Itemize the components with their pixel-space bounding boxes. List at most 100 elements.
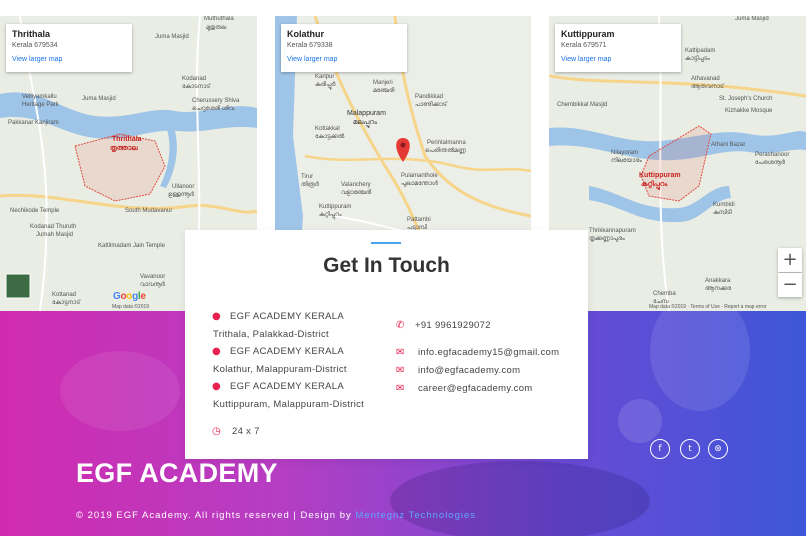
- map-label: Nilayoram: [611, 150, 639, 156]
- map-label: Chembikkal Masjid: [557, 102, 608, 108]
- map-label: Velliyamkallu: [22, 94, 57, 100]
- map-label: Kottanad: [52, 292, 77, 298]
- map-label: Heritage Park: [22, 102, 59, 108]
- map-label: Athani Bazar: [711, 142, 746, 148]
- title-accent-line: [371, 242, 401, 244]
- map-label: Juma Masjid: [82, 96, 116, 102]
- map-label: Tirur: [301, 174, 314, 180]
- map-label: Valanchery: [341, 182, 371, 188]
- hours-text: 24 x 7: [232, 426, 260, 437]
- map-label: Pattambi: [407, 217, 431, 223]
- map-label: Thrikkannapuram: [589, 228, 636, 234]
- map-city-label: Thrithala: [112, 136, 142, 143]
- map-label: കുമ്പിടി: [713, 210, 732, 216]
- location-address: Trithala, Palakkad-District: [213, 329, 329, 340]
- map-label: Juma Masjid: [155, 34, 189, 40]
- map-pin-icon: ●: [212, 346, 221, 357]
- map-label: ചെറുശേരി ശിവ: [192, 106, 235, 112]
- map-label: Kattipadam: [685, 48, 716, 54]
- location-name: EGF ACADEMY KERALA: [230, 346, 344, 357]
- map-label: നിലയോരം: [611, 158, 642, 164]
- map-label: Perintalmanna: [427, 140, 466, 146]
- map-label: Pandikkad: [415, 94, 444, 100]
- phone-icon: ✆: [396, 320, 405, 331]
- map-label: Pakkanar Kanjiram: [8, 120, 59, 126]
- map-label: Kodanad Thuruth: [30, 224, 77, 230]
- map-info-card: Kuttippuram Kerala 679571 View larger ma…: [555, 24, 681, 72]
- map-label: Chemba: [653, 291, 676, 297]
- map-label: Kizhakke Mosque: [725, 108, 773, 114]
- map-label: Kodanad: [182, 76, 207, 82]
- map-pin-icon: ●: [212, 311, 221, 322]
- map-label: St. Joseph's Church: [719, 96, 773, 102]
- zoom-out-button[interactable]: −: [778, 273, 802, 297]
- map-label: കോട്ടക്കൽ: [315, 134, 345, 140]
- copyright-label: © 2019 EGF Academy. All rights reserved …: [76, 510, 352, 521]
- email-link[interactable]: info@egfacademy.com: [418, 365, 520, 376]
- view-larger-map-link[interactable]: View larger map: [12, 56, 126, 63]
- facebook-icon[interactable]: f: [650, 439, 670, 459]
- map-label: പേരശനൂർ: [755, 160, 785, 166]
- map-place-subtitle: Kerala 679534: [12, 42, 58, 49]
- dribbble-icon[interactable]: ⊛: [708, 439, 728, 459]
- map-label: തൃക്കണ്ണാപുരം: [589, 236, 625, 242]
- email-link[interactable]: career@egfacademy.com: [418, 383, 533, 394]
- footer-brand: EGF ACADEMY: [76, 458, 278, 488]
- map-label: Kumbidi: [713, 202, 735, 208]
- map-label: ആനക്കര: [705, 286, 732, 292]
- map-city-label: തൃത്താല: [110, 145, 138, 152]
- map-attribution: Map data ©2019 · Terms of Use · Report a…: [649, 304, 767, 310]
- view-larger-map-link[interactable]: View larger map: [561, 56, 675, 63]
- map-label: മുതുതല: [206, 25, 227, 31]
- contact-title: Get In Touch: [323, 254, 450, 277]
- map-label: കോട്ടനാട്: [52, 300, 81, 306]
- map-place-title: Kolathur: [287, 29, 324, 39]
- map-place-title: Thrithala: [12, 29, 51, 39]
- map-label: മഞ്ചേരി: [373, 88, 395, 94]
- map-label: കോടനാട്: [182, 84, 211, 90]
- map-city-label: Malappuram: [347, 110, 386, 117]
- envelope-icon: ✉: [396, 365, 405, 376]
- map-label: Vavanoor: [140, 274, 166, 280]
- map-label: Nechikode Temple: [10, 208, 60, 214]
- contact-card: Get In Touch ● EGF ACADEMY KERALA Tritha…: [185, 230, 588, 459]
- location-address: Kolathur, Malappuram-District: [213, 364, 347, 375]
- email-link[interactable]: info.egfacademy15@gmail.com: [418, 347, 559, 358]
- map-label: വളാഞ്ചേരി: [341, 190, 372, 196]
- developer-link[interactable]: Mentegnz Technologies: [355, 510, 476, 521]
- twitter-icon[interactable]: t: [680, 439, 700, 459]
- clock-icon: ◷: [212, 426, 221, 437]
- zoom-in-button[interactable]: +: [778, 248, 802, 272]
- map-label: ഉള്ളന്നൂർ: [168, 192, 194, 198]
- map-label: പാണ്ടിക്കാട്: [415, 102, 447, 108]
- envelope-icon: ✉: [396, 347, 405, 358]
- map-label: South Mudavanur: [125, 208, 173, 214]
- map-info-card: Kolathur Kerala 679338 View larger map: [281, 24, 407, 72]
- map-pin-icon: ●: [212, 381, 221, 392]
- map-label: കാട്ടിപ്പടം: [685, 56, 710, 62]
- map-label: Perashanoor: [755, 152, 790, 158]
- map-place-subtitle: Kerala 679571: [561, 42, 607, 49]
- map-info-card: Thrithala Kerala 679534 View larger map: [6, 24, 132, 72]
- map-label: Juma Masjid: [735, 16, 769, 22]
- map-city-label: കുറ്റിപ്പുറം: [641, 181, 668, 188]
- map-place-subtitle: Kerala 679338: [287, 42, 333, 49]
- map-label: കുറ്റിപ്പുറം: [319, 212, 342, 218]
- map-label: Kuttippuram: [319, 204, 352, 210]
- map-label: Pulamanthole: [401, 173, 438, 179]
- location-name: EGF ACADEMY KERALA: [230, 381, 344, 392]
- map-label: Manjeri: [373, 80, 393, 86]
- map-label: പെരിന്തൽമണ്ണ: [425, 148, 466, 154]
- map-label: Jumah Masjid: [36, 232, 74, 238]
- envelope-icon: ✉: [396, 383, 405, 394]
- location-name: EGF ACADEMY KERALA: [230, 311, 344, 322]
- phone-number[interactable]: +91 9961929072: [415, 320, 491, 331]
- map-attribution: Map data ©2019: [112, 304, 150, 310]
- location-address: Kuttippuram, Malappuram-District: [213, 399, 365, 410]
- map-label: പുലാമന്തോൾ: [401, 181, 438, 187]
- view-larger-map-link[interactable]: View larger map: [287, 56, 401, 63]
- map-label: Athavanad: [691, 76, 720, 82]
- map-city-label: മലപ്പുറം: [353, 119, 377, 126]
- map-label: Kattilmadam Jain Temple: [98, 243, 165, 249]
- map-label: Kottakkal: [315, 126, 340, 132]
